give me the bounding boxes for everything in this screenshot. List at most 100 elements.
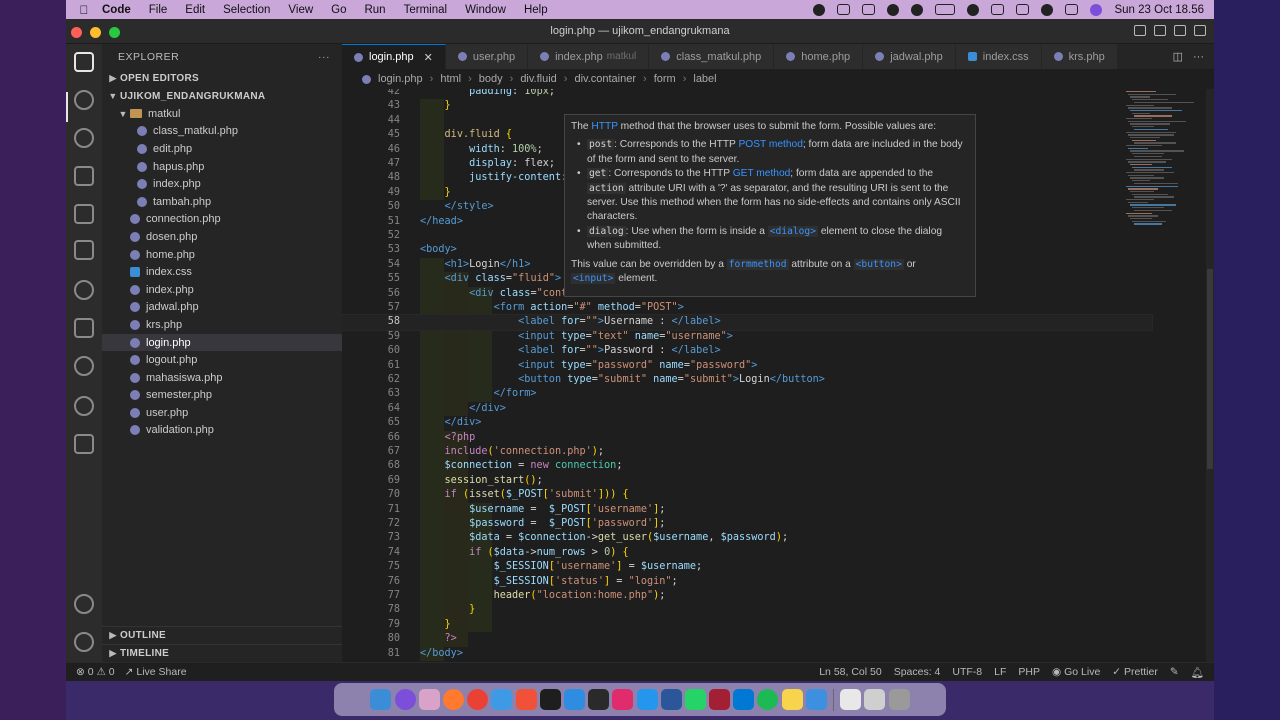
file-login[interactable]: login.php [102, 333, 342, 352]
github-icon[interactable] [74, 396, 94, 416]
customize-layout-icon[interactable] [1194, 25, 1206, 36]
code-line[interactable]: 64 </div> [342, 402, 1152, 416]
breadcrumb-item[interactable]: html [440, 73, 461, 85]
code-line[interactable]: 69 session_start(); [342, 474, 1152, 488]
outlook-icon[interactable] [733, 689, 755, 710]
line-number[interactable]: 47 [342, 157, 400, 171]
toggle-sidebar-icon[interactable] [1134, 25, 1146, 36]
file-jadwal[interactable]: jadwal.php [102, 299, 342, 317]
explorer-icon[interactable] [74, 52, 94, 72]
figma-icon[interactable] [539, 689, 561, 710]
line-number[interactable]: 70 [342, 488, 400, 502]
feedback-icon[interactable]: ✎ [1170, 666, 1179, 678]
breadcrumb-item[interactable]: label [693, 73, 716, 85]
mendeley-icon[interactable] [709, 689, 731, 710]
bug-icon[interactable] [862, 4, 876, 15]
file-index-css[interactable]: index.css [102, 263, 342, 281]
menu-file[interactable]: File [149, 4, 168, 16]
menu-go[interactable]: Go [331, 4, 346, 16]
code-line[interactable]: 43 } [342, 99, 1152, 113]
line-number[interactable]: 81 [342, 647, 400, 661]
line-number[interactable]: 50 [342, 200, 400, 214]
line-number[interactable]: 68 [342, 459, 400, 473]
breadcrumb-item[interactable]: div.container [574, 73, 636, 85]
finder-icon[interactable] [370, 689, 392, 710]
code-line[interactable]: 79 } [342, 618, 1152, 632]
line-number[interactable]: 49 [342, 186, 400, 200]
file-index-php[interactable]: index.php [102, 281, 342, 299]
code-line[interactable]: 80 ?> [342, 632, 1152, 646]
code-line[interactable]: 81 </body> [342, 647, 1152, 661]
wifi-icon[interactable] [1016, 4, 1030, 15]
code-line[interactable]: 71 $username = $_POST['username']; [342, 503, 1152, 517]
account-icon[interactable] [74, 594, 94, 614]
remote-explorer-icon[interactable] [74, 240, 94, 260]
thunder-client-icon[interactable] [74, 356, 94, 376]
code-line[interactable]: 67 include('connection.php'); [342, 445, 1152, 459]
line-number[interactable]: 57 [342, 301, 400, 315]
siri-icon[interactable] [394, 689, 416, 710]
pen-icon[interactable] [837, 4, 851, 15]
file-user[interactable]: user.php [102, 404, 342, 422]
menu-terminal[interactable]: Terminal [404, 4, 447, 16]
code-line[interactable]: 76 $_SESSION['status'] = "login"; [342, 575, 1152, 589]
code-line[interactable]: 57 <form action="#" method="POST"> [342, 301, 1152, 315]
project-section[interactable]: ▼ UJIKOM_ENDANGRUKMANA [102, 87, 342, 105]
swift-icon[interactable] [515, 689, 537, 710]
line-number[interactable]: 42 [342, 89, 400, 99]
live-share-button[interactable]: ↗ Live Share [125, 666, 187, 678]
split-editor-icon[interactable]: ◫ [1173, 50, 1183, 63]
code-line[interactable]: 62 <button type="submit" name="submit">L… [342, 373, 1152, 387]
scrollbar-thumb[interactable] [1207, 269, 1213, 469]
post-method-link[interactable]: POST method [739, 139, 803, 150]
line-number[interactable]: 63 [342, 387, 400, 401]
source-control-icon[interactable] [74, 128, 94, 148]
prettier-button[interactable]: ✓ Prettier [1112, 666, 1158, 678]
terminal-icon[interactable] [588, 689, 610, 710]
siri-icon[interactable] [1090, 3, 1103, 16]
file-krs[interactable]: krs.php [102, 316, 342, 334]
extensions-icon[interactable] [74, 204, 94, 224]
line-number[interactable]: 79 [342, 618, 400, 632]
line-number[interactable]: 59 [342, 330, 400, 344]
word-icon[interactable] [660, 689, 682, 710]
docker-icon[interactable] [636, 689, 658, 710]
line-number[interactable]: 74 [342, 546, 400, 560]
line-number[interactable]: 77 [342, 589, 400, 603]
code-line[interactable]: 75 $_SESSION['username'] = $username; [342, 560, 1152, 574]
notes-icon[interactable] [781, 689, 803, 710]
menu-window[interactable]: Window [465, 4, 506, 16]
code-line[interactable]: 73 $data = $connection->get_user($userna… [342, 531, 1152, 545]
keyboard-icon[interactable] [864, 689, 886, 710]
toggle-panel-icon[interactable] [1154, 25, 1166, 36]
code-line[interactable]: 70 if (isset($_POST['submit'])) { [342, 488, 1152, 502]
code-line[interactable]: 42 padding: 10px; [342, 89, 1152, 99]
line-number[interactable]: 76 [342, 575, 400, 589]
more-icon[interactable]: ··· [1193, 51, 1204, 63]
finder2-icon[interactable] [805, 689, 827, 710]
file-logout[interactable]: logout.php [102, 351, 342, 369]
code-line[interactable]: 77 header("location:home.php"); [342, 589, 1152, 603]
record-icon[interactable] [813, 3, 826, 16]
code-line[interactable]: 59 <input type="text" name="username"> [342, 330, 1152, 344]
file-mahasiswa[interactable]: mahasiswa.php [102, 369, 342, 387]
spotify-icon[interactable] [757, 689, 779, 710]
line-number[interactable]: 61 [342, 359, 400, 373]
whatsapp-icon[interactable] [684, 689, 706, 710]
bluetooth-icon[interactable] [991, 4, 1005, 15]
code-line[interactable]: 78 } [342, 603, 1152, 617]
line-number[interactable]: 52 [342, 229, 400, 243]
docker-icon[interactable] [74, 434, 94, 454]
line-number[interactable]: 75 [342, 560, 400, 574]
tableplus-icon[interactable] [840, 689, 862, 710]
minimap[interactable] [1114, 89, 1204, 662]
line-number[interactable]: 65 [342, 416, 400, 430]
encoding[interactable]: UTF-8 [952, 666, 982, 678]
line-number[interactable]: 56 [342, 287, 400, 301]
file-dosen[interactable]: dosen.php [102, 228, 342, 246]
line-number[interactable]: 45 [342, 128, 400, 142]
battery-icon[interactable] [935, 4, 956, 15]
code-line[interactable]: 72 $password = $_POST['password']; [342, 517, 1152, 531]
launchpad-icon[interactable] [418, 689, 440, 710]
line-number[interactable]: 78 [342, 603, 400, 617]
